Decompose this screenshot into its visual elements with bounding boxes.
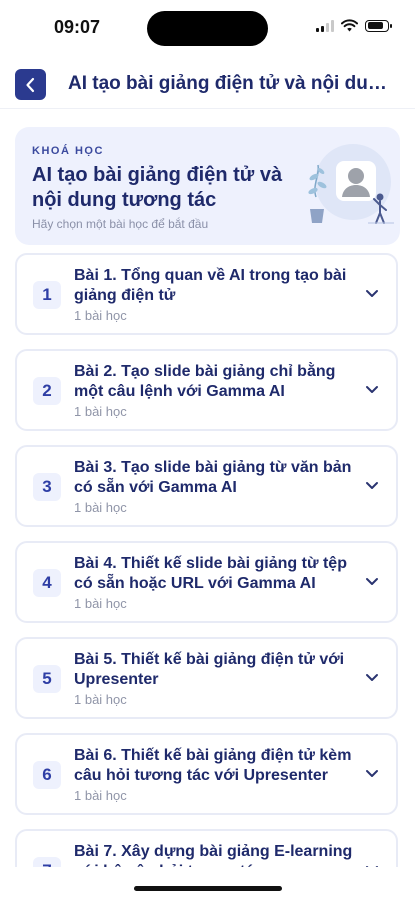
lesson-title: Bài 6. Thiết kế bài giảng điện tử kèm câ… <box>74 747 352 784</box>
course-illustration <box>308 144 394 224</box>
lesson-title: Bài 1. Tổng quan về AI trong tạo bài giả… <box>74 267 347 304</box>
chevron-down-icon[interactable] <box>364 285 380 301</box>
chevron-down-icon[interactable] <box>364 381 380 397</box>
lesson-number: 6 <box>33 761 61 789</box>
back-button[interactable] <box>15 69 46 100</box>
lesson-item-2[interactable]: 2 Bài 2. Tạo slide bài giảng chỉ bằng một… <box>15 349 398 431</box>
lesson-count: 1 bài học <box>74 308 127 323</box>
lesson-number: 1 <box>33 281 61 309</box>
dynamic-island <box>147 11 268 46</box>
lesson-count: 1 bài học <box>74 500 127 515</box>
lesson-number: 2 <box>33 377 61 405</box>
chevron-down-icon[interactable] <box>364 669 380 685</box>
battery-icon <box>365 19 392 32</box>
status-icons <box>316 19 392 32</box>
lesson-item-1[interactable]: 1 Bài 1. Tổng quan về AI trong tạo bài gi… <box>15 253 398 335</box>
course-title: AI tạo bài giảng điện tử và nội dung tươ… <box>32 164 283 211</box>
lesson-count: 1 bài học <box>74 404 127 419</box>
lesson-number: 5 <box>33 665 61 693</box>
nav-bar: AI tạo bài giảng điện tử và nội dung tươ… <box>0 64 415 109</box>
wifi-icon <box>341 19 358 32</box>
page-title: AI tạo bài giảng điện tử và nội dung tươ… <box>68 73 398 94</box>
lesson-title: Bài 2. Tạo slide bài giảng chỉ bằng một … <box>74 363 336 400</box>
lesson-title: Bài 7. Xây dựng bài giảng E-learning với… <box>74 843 353 867</box>
lesson-count: 1 bài học <box>74 596 127 611</box>
chevron-down-icon[interactable] <box>364 573 380 589</box>
lesson-number: 7 <box>33 857 61 867</box>
lesson-title: Bài 5. Thiết kế bài giảng điện tử với Up… <box>74 651 345 688</box>
cellular-signal-icon <box>316 19 334 32</box>
lesson-title: Bài 3. Tạo slide bài giảng từ văn bản có… <box>74 459 352 496</box>
chevron-left-icon <box>25 77 34 92</box>
lesson-item-4[interactable]: 4 Bài 4. Thiết kế slide bài giảng từ tệp … <box>15 541 398 623</box>
status-bar: 09:07 <box>0 0 415 56</box>
status-time: 09:07 <box>54 17 101 37</box>
lesson-number: 3 <box>33 473 61 501</box>
lesson-title: Bài 4. Thiết kế slide bài giảng từ tệp c… <box>74 555 347 592</box>
battery-level <box>367 22 383 29</box>
lesson-count: 1 bài học <box>74 788 127 803</box>
lesson-item-6[interactable]: 6 Bài 6. Thiết kế bài giảng điện tử kèm c… <box>15 733 398 815</box>
lesson-count: 1 bài học <box>74 692 127 707</box>
home-indicator[interactable] <box>134 886 282 891</box>
lesson-item-3[interactable]: 3 Bài 3. Tạo slide bài giảng từ văn bản c… <box>15 445 398 527</box>
course-subtitle: Hãy chọn một bài học để bắt đầu <box>32 217 209 231</box>
lesson-list-scroll[interactable]: KHOÁ HỌC AI tạo bài giảng điện tử và nội… <box>0 112 415 867</box>
course-header-card: KHOÁ HỌC AI tạo bài giảng điện tử và nội… <box>15 127 400 245</box>
lesson-item-7[interactable]: 7 Bài 7. Xây dựng bài giảng E-learning vớ… <box>15 829 398 867</box>
course-label: KHOÁ HỌC <box>32 145 104 157</box>
chevron-down-icon[interactable] <box>364 765 380 781</box>
user-avatar-icon <box>336 161 376 201</box>
lesson-item-5[interactable]: 5 Bài 5. Thiết kế bài giảng điện tử với U… <box>15 637 398 719</box>
chevron-down-icon[interactable] <box>364 861 380 867</box>
chevron-down-icon[interactable] <box>364 477 380 493</box>
lesson-number: 4 <box>33 569 61 597</box>
